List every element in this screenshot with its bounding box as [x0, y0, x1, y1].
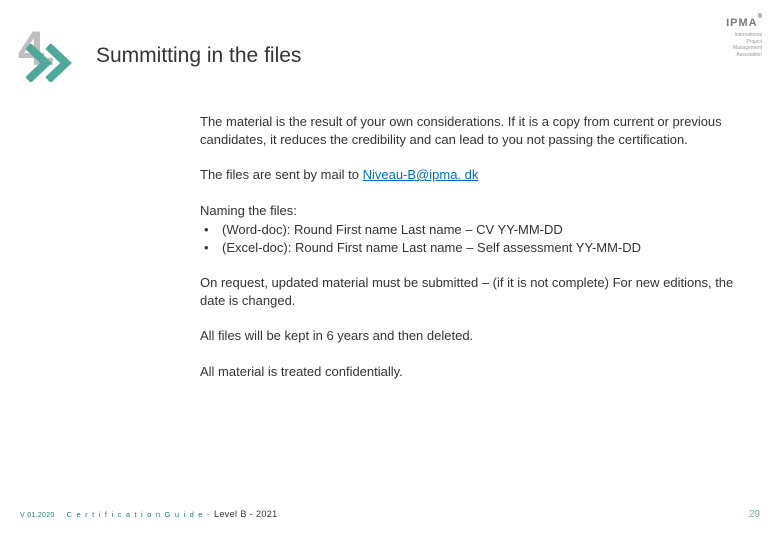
section-number-block: 4. — [30, 30, 90, 85]
naming-bullet-2: (Excel-doc): Round First name Last name … — [200, 239, 755, 257]
logo-text: IPMA — [726, 17, 758, 29]
logo-subtext: International Project Management Associa… — [726, 32, 762, 58]
paragraph-4: All files will be kept in 6 years and th… — [200, 327, 755, 345]
paragraph-1: The material is the result of your own c… — [200, 113, 755, 148]
paragraph-5: All material is treated confidentially. — [200, 363, 755, 381]
page-number: 29 — [749, 509, 760, 520]
p2-prefix: The files are sent by mail to — [200, 167, 363, 182]
naming-bullet-1: (Word-doc): Round First name Last name –… — [200, 221, 755, 239]
naming-title: Naming the files: — [200, 202, 755, 220]
content-body: The material is the result of your own c… — [200, 113, 755, 380]
paragraph-2: The files are sent by mail to Niveau-B@i… — [200, 166, 755, 184]
ipma-logo: IPMA® International Project Management A… — [726, 14, 762, 58]
guide-sub: Level B - 2021 — [214, 509, 278, 519]
guide-label: C e r t i f i c a t i o n G u i d e - — [67, 510, 214, 519]
version-label: V 01.2020 — [20, 512, 55, 519]
naming-block: Naming the files: (Word-doc): Round Firs… — [200, 202, 755, 257]
footer: V 01.2020 C e r t i f i c a t i o n G u … — [20, 509, 760, 520]
paragraph-3: On request, updated material must be sub… — [200, 274, 755, 309]
chevrons-icon — [26, 44, 82, 82]
logo-reg: ® — [758, 14, 762, 20]
email-link[interactable]: Niveau-B@ipma. dk — [363, 167, 479, 182]
page-title: Summitting in the files — [96, 44, 301, 68]
